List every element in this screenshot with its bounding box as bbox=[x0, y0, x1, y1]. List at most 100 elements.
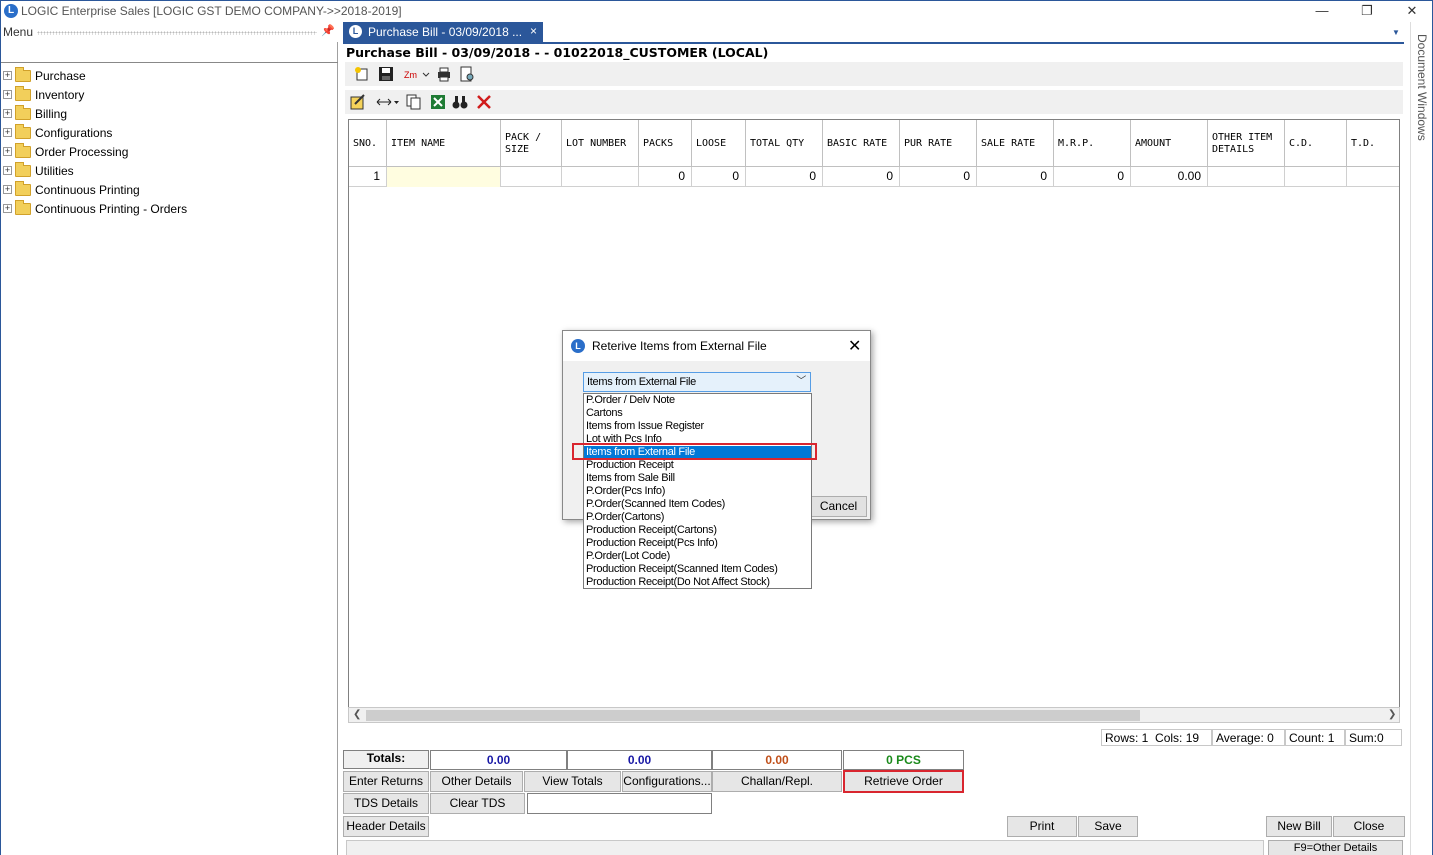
column-header[interactable]: M.R.P. bbox=[1054, 120, 1131, 167]
new-icon[interactable] bbox=[354, 66, 370, 82]
scroll-thumb[interactable] bbox=[366, 710, 1140, 721]
expand-icon[interactable]: + bbox=[3, 109, 12, 118]
dropdown-option[interactable]: Production Receipt(Pcs Info) bbox=[584, 537, 811, 550]
close-window-button[interactable]: ✕ bbox=[1397, 3, 1427, 21]
menu-item-configurations[interactable]: + Configurations bbox=[3, 123, 187, 142]
dropdown-option[interactable]: Cartons bbox=[584, 407, 811, 420]
dropdown-option[interactable]: Items from Issue Register bbox=[584, 420, 811, 433]
view-totals-button[interactable]: View Totals bbox=[524, 771, 621, 792]
retrieve-order-button[interactable]: Retrieve Order bbox=[843, 770, 964, 793]
menu-item-continuous-printing-orders[interactable]: + Continuous Printing - Orders bbox=[3, 199, 187, 218]
column-header[interactable]: LOT NUMBER bbox=[562, 120, 639, 167]
column-header[interactable]: SNO. bbox=[349, 120, 387, 167]
dialog-close-icon[interactable]: ✕ bbox=[848, 336, 861, 356]
column-header[interactable]: PUR RATE bbox=[900, 120, 977, 167]
expand-icon[interactable]: + bbox=[3, 204, 12, 213]
column-header[interactable]: ITEM NAME bbox=[387, 120, 501, 167]
save-icon[interactable] bbox=[378, 66, 394, 82]
table-cell[interactable] bbox=[1285, 167, 1347, 187]
expand-icon[interactable]: + bbox=[3, 166, 12, 175]
cancel-button[interactable]: Cancel bbox=[810, 496, 867, 517]
dropdown-option[interactable]: P.Order(Cartons) bbox=[584, 511, 811, 524]
dropdown-option[interactable]: P.Order(Lot Code) bbox=[584, 550, 811, 563]
table-cell[interactable] bbox=[1347, 167, 1399, 187]
challan-repl-button[interactable]: Challan/Repl. bbox=[712, 771, 842, 792]
column-header[interactable]: PACKS bbox=[639, 120, 692, 167]
menu-item-billing[interactable]: + Billing bbox=[3, 104, 187, 123]
f9-other-details-button[interactable]: F9=Other Details bbox=[1268, 840, 1403, 855]
column-header[interactable]: PACK / SIZE bbox=[501, 120, 562, 167]
configurations-button[interactable]: Configurations... bbox=[622, 771, 712, 792]
scroll-left-icon[interactable]: ❮ bbox=[353, 709, 361, 720]
dropdown-option[interactable]: P.Order(Pcs Info) bbox=[584, 485, 811, 498]
dropdown-option[interactable]: Production Receipt(Cartons) bbox=[584, 524, 811, 537]
column-header[interactable]: AMOUNT bbox=[1131, 120, 1208, 167]
tds-details-button[interactable]: TDS Details bbox=[343, 793, 429, 814]
column-header[interactable]: C.D. bbox=[1285, 120, 1347, 167]
column-header[interactable]: LOOSE bbox=[692, 120, 746, 167]
delete-icon[interactable] bbox=[476, 94, 492, 110]
column-width-icon[interactable] bbox=[376, 94, 400, 110]
table-row[interactable]: 1 0 0 0 0 0 0 0 0.00 bbox=[349, 167, 1399, 187]
table-cell[interactable]: 0 bbox=[977, 167, 1054, 187]
column-header[interactable]: T.D. bbox=[1347, 120, 1399, 167]
table-cell[interactable] bbox=[501, 167, 562, 187]
zoom-icon[interactable]: Zm bbox=[403, 66, 431, 82]
edit-icon[interactable] bbox=[350, 94, 366, 110]
pin-icon[interactable]: 📌 bbox=[321, 24, 335, 37]
table-cell[interactable]: 0 bbox=[692, 167, 746, 187]
menu-item-purchase[interactable]: + Purchase bbox=[3, 66, 187, 85]
table-cell[interactable] bbox=[562, 167, 639, 187]
expand-icon[interactable]: + bbox=[3, 71, 12, 80]
minimize-button[interactable]: — bbox=[1307, 3, 1337, 21]
column-header[interactable]: BASIC RATE bbox=[823, 120, 900, 167]
menu-item-continuous-printing[interactable]: + Continuous Printing bbox=[3, 180, 187, 199]
tab-close-icon[interactable]: × bbox=[530, 24, 537, 38]
binoculars-icon[interactable] bbox=[452, 94, 468, 110]
chevron-down-icon[interactable]: ﹀ bbox=[796, 373, 806, 391]
dropdown-option[interactable]: Production Receipt(Scanned Item Codes) bbox=[584, 563, 811, 576]
copy-icon[interactable] bbox=[406, 94, 422, 110]
table-cell[interactable]: 0.00 bbox=[1131, 167, 1208, 187]
table-cell[interactable]: 0 bbox=[1054, 167, 1131, 187]
enter-returns-button[interactable]: Enter Returns bbox=[343, 771, 429, 792]
other-details-button[interactable]: Other Details bbox=[430, 771, 523, 792]
dropdown-option[interactable]: P.Order / Delv Note bbox=[584, 394, 811, 407]
clear-tds-button[interactable]: Clear TDS bbox=[430, 793, 525, 814]
excel-icon[interactable] bbox=[430, 94, 446, 110]
column-header[interactable]: SALE RATE bbox=[977, 120, 1054, 167]
source-select[interactable]: Items from External File ﹀ bbox=[583, 372, 811, 392]
preview-icon[interactable] bbox=[459, 66, 475, 82]
save-button[interactable]: Save bbox=[1078, 816, 1138, 837]
tds-text-field[interactable] bbox=[527, 793, 712, 814]
expand-icon[interactable]: + bbox=[3, 128, 12, 137]
print-button[interactable]: Print bbox=[1007, 816, 1077, 837]
expand-icon[interactable]: + bbox=[3, 147, 12, 156]
expand-icon[interactable]: + bbox=[3, 90, 12, 99]
tab-purchase-bill[interactable]: L Purchase Bill - 03/09/2018 ... × bbox=[343, 22, 543, 42]
document-windows-panel[interactable]: Document Windows bbox=[1410, 22, 1433, 855]
menu-item-inventory[interactable]: + Inventory bbox=[3, 85, 187, 104]
printer-icon[interactable] bbox=[436, 66, 452, 82]
dropdown-option[interactable]: Items from Sale Bill bbox=[584, 472, 811, 485]
table-cell[interactable] bbox=[387, 167, 501, 187]
table-cell[interactable]: 1 bbox=[349, 167, 387, 187]
restore-button[interactable]: ❐ bbox=[1352, 3, 1382, 21]
menu-item-utilities[interactable]: + Utilities bbox=[3, 161, 187, 180]
menu-item-order-processing[interactable]: + Order Processing bbox=[3, 142, 187, 161]
horizontal-scrollbar[interactable]: ❮ ❯ bbox=[348, 707, 1400, 723]
table-cell[interactable]: 0 bbox=[900, 167, 977, 187]
tab-dropdown-icon[interactable]: ▼ bbox=[1392, 28, 1400, 37]
header-details-button[interactable]: Header Details bbox=[343, 816, 429, 837]
new-bill-button[interactable]: New Bill bbox=[1266, 816, 1332, 837]
close-button[interactable]: Close bbox=[1333, 816, 1405, 837]
table-cell[interactable]: 0 bbox=[639, 167, 692, 187]
table-cell[interactable]: 0 bbox=[746, 167, 823, 187]
table-cell[interactable]: 0 bbox=[823, 167, 900, 187]
dropdown-option[interactable]: P.Order(Scanned Item Codes) bbox=[584, 498, 811, 511]
column-header[interactable]: TOTAL QTY bbox=[746, 120, 823, 167]
scroll-right-icon[interactable]: ❯ bbox=[1388, 709, 1396, 720]
column-header[interactable]: OTHER ITEM DETAILS bbox=[1208, 120, 1285, 167]
dropdown-option[interactable]: Production Receipt bbox=[584, 459, 811, 472]
dropdown-option[interactable]: Production Receipt(Do Not Affect Stock) bbox=[584, 576, 811, 589]
